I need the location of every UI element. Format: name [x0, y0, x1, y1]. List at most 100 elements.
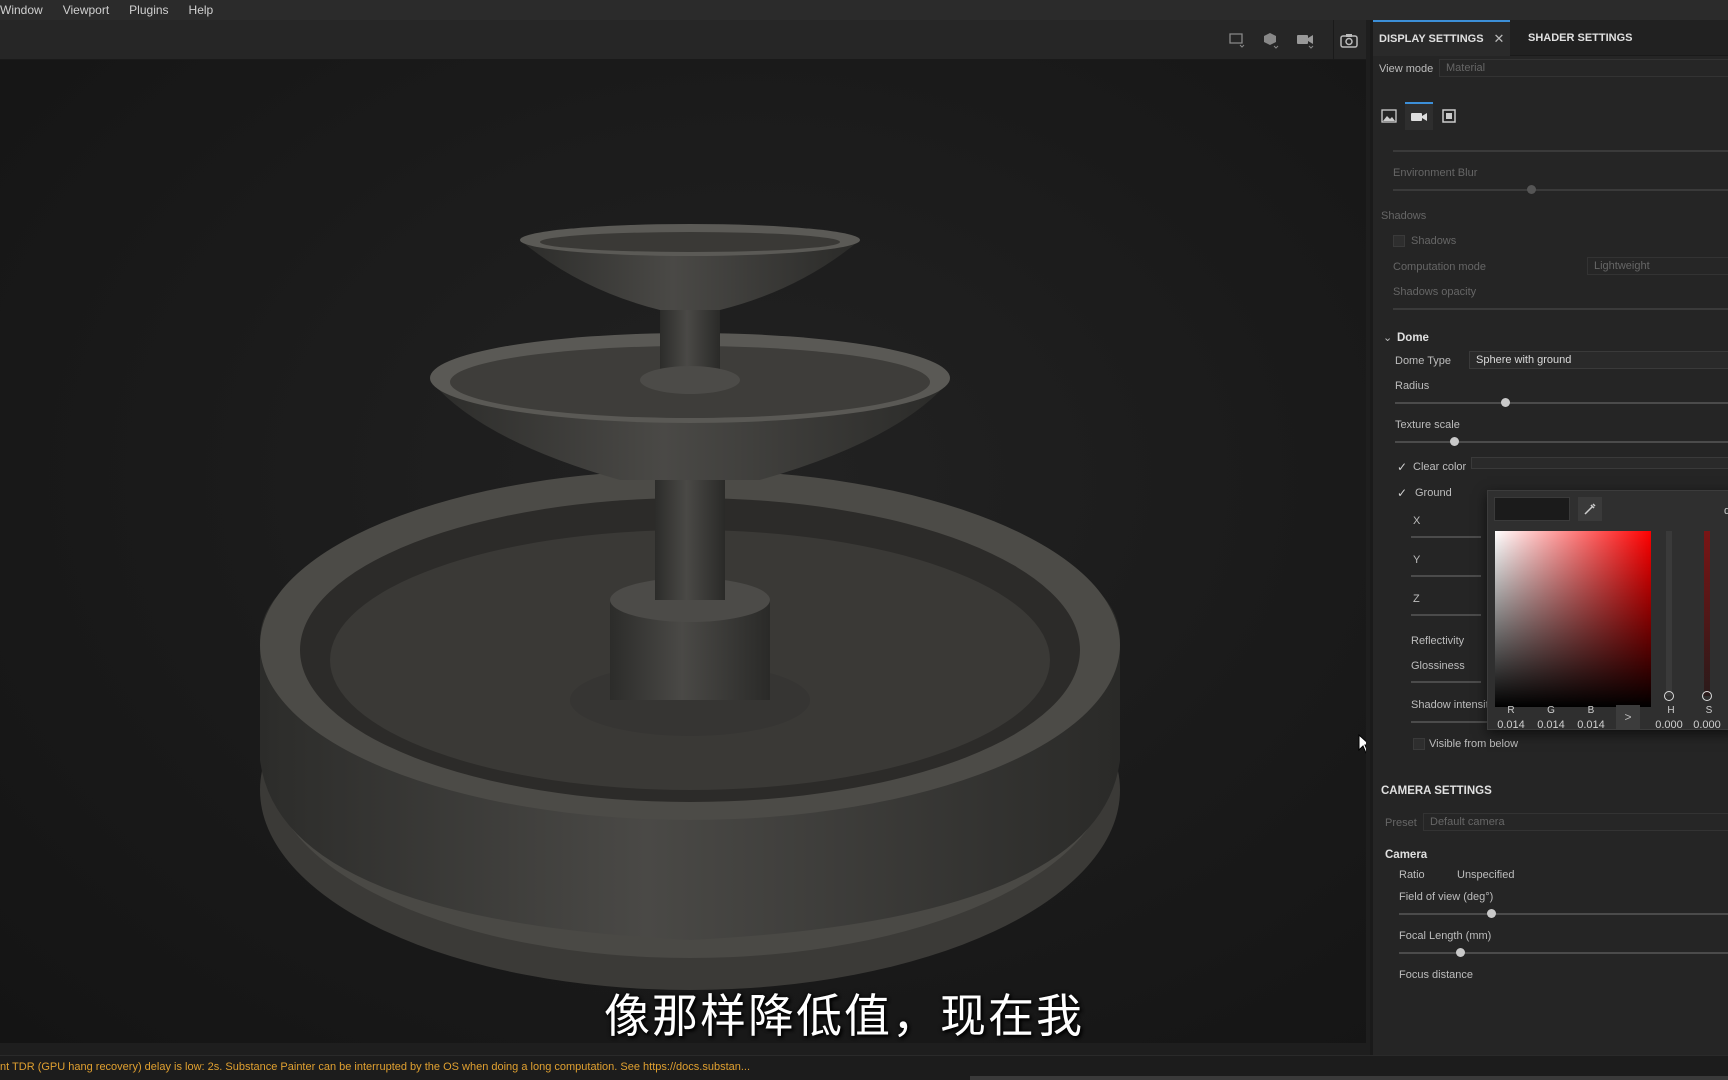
- radius-slider[interactable]: [1395, 398, 1728, 407]
- computation-mode-label: Computation mode: [1393, 261, 1486, 273]
- ground-label: Ground: [1415, 487, 1452, 499]
- clear-color-swatch[interactable]: [1471, 457, 1728, 469]
- display-settings-panel: DISPLAY SETTINGS ✕ SHADER SETTINGS View …: [1370, 20, 1728, 1055]
- ground-y-slider[interactable]: [1411, 575, 1481, 577]
- shadows-section-label: Shadows: [1381, 210, 1427, 222]
- s-value[interactable]: 0.000: [1687, 719, 1727, 731]
- radius-label: Radius: [1395, 380, 1430, 392]
- chevron-down-icon[interactable]: ⌄: [1383, 331, 1392, 344]
- r-label: R: [1507, 705, 1515, 716]
- picker-cut-tab: d: [1724, 505, 1728, 517]
- preset-label: Preset: [1385, 817, 1417, 829]
- shadows-opacity-slider[interactable]: [1393, 308, 1728, 310]
- shadows-checkbox-label: Shadows: [1411, 235, 1457, 247]
- top-divider-slider: [1393, 150, 1728, 152]
- b-label: B: [1587, 705, 1595, 716]
- camera-settings-icon[interactable]: [1405, 102, 1433, 130]
- close-tab-icon[interactable]: ✕: [1494, 31, 1505, 47]
- visible-from-below-label: Visible from below: [1429, 738, 1519, 750]
- h-label: H: [1667, 705, 1675, 716]
- tab-shader-label: SHADER SETTINGS: [1528, 32, 1633, 44]
- b-value[interactable]: 0.014: [1571, 719, 1611, 731]
- screenshot-icon[interactable]: [1338, 30, 1360, 50]
- dome-type-select[interactable]: Sphere with ground: [1469, 351, 1728, 369]
- menu-help[interactable]: Help: [189, 3, 214, 17]
- radius-knob[interactable]: [1501, 398, 1510, 407]
- tab-display-label: DISPLAY SETTINGS: [1379, 33, 1484, 45]
- dome-section-title[interactable]: Dome: [1397, 332, 1429, 344]
- fov-knob[interactable]: [1487, 909, 1496, 918]
- status-message: nt TDR (GPU hang recovery) delay is low:…: [0, 1061, 751, 1073]
- menu-plugins[interactable]: Plugins: [129, 3, 168, 17]
- preset-select[interactable]: Default camera: [1423, 813, 1728, 831]
- ground-y-label: Y: [1413, 554, 1421, 566]
- ground-check-icon[interactable]: ✓: [1397, 487, 1409, 499]
- panel-tabs: DISPLAY SETTINGS ✕ SHADER SETTINGS: [1373, 20, 1728, 56]
- g-label: G: [1547, 705, 1555, 716]
- hue-bar[interactable]: [1666, 531, 1672, 696]
- focal-length-label: Focal Length (mm): [1399, 930, 1492, 942]
- camera-group-title: Camera: [1385, 849, 1428, 861]
- h-value[interactable]: 0.000: [1649, 719, 1689, 731]
- fountain-model: [260, 224, 1120, 990]
- environment-blur-knob[interactable]: [1527, 185, 1536, 194]
- tab-display-settings[interactable]: DISPLAY SETTINGS ✕: [1373, 20, 1511, 56]
- fov-slider[interactable]: [1399, 909, 1728, 918]
- dome-type-label: Dome Type: [1395, 355, 1452, 367]
- r-value[interactable]: 0.014: [1491, 719, 1531, 731]
- menu-viewport[interactable]: Viewport: [63, 3, 109, 17]
- texture-scale-knob[interactable]: [1450, 437, 1459, 446]
- focal-length-slider[interactable]: [1399, 948, 1728, 957]
- ratio-value[interactable]: Unspecified: [1457, 869, 1514, 881]
- hue-handle[interactable]: [1664, 691, 1674, 701]
- ratio-label: Ratio: [1399, 869, 1425, 881]
- texture-scale-label: Texture scale: [1395, 419, 1460, 431]
- fov-label: Field of view (deg°): [1399, 891, 1494, 903]
- g-value[interactable]: 0.014: [1531, 719, 1571, 731]
- frame-capture-icon[interactable]: [1435, 102, 1463, 130]
- cube-icon[interactable]: [1260, 30, 1282, 50]
- ground-x-label: X: [1413, 515, 1421, 527]
- shadows-opacity-label: Shadows opacity: [1393, 286, 1477, 298]
- environment-blur-label: Environment Blur: [1393, 167, 1478, 179]
- ground-z-slider[interactable]: [1411, 614, 1481, 616]
- select-mode-icon[interactable]: [1226, 30, 1248, 50]
- menu-window[interactable]: Window: [0, 3, 43, 17]
- menu-bar: Window Viewport Plugins Help: [0, 0, 1728, 20]
- camera-video-icon[interactable]: [1294, 30, 1316, 50]
- toolbar-separator: [1333, 20, 1334, 60]
- 3d-viewport[interactable]: [0, 20, 1366, 1043]
- shadows-checkbox[interactable]: [1393, 235, 1405, 247]
- environment-image-icon[interactable]: [1375, 102, 1403, 130]
- saturation-handle[interactable]: [1702, 691, 1712, 701]
- computation-mode-select[interactable]: Lightweight: [1587, 257, 1728, 275]
- eyedropper-icon[interactable]: [1578, 497, 1602, 521]
- color-picker-popup: d R G B H S 0.014 0.014 0.014 > 0.000 0.…: [1487, 490, 1728, 731]
- color-swatch-preview: [1494, 497, 1570, 521]
- clear-color-check-icon[interactable]: ✓: [1397, 461, 1409, 473]
- focal-length-knob[interactable]: [1456, 948, 1465, 957]
- view-mode-select[interactable]: Material: [1439, 59, 1728, 77]
- picker-expand-button[interactable]: >: [1616, 705, 1640, 729]
- texture-scale-slider[interactable]: [1395, 437, 1728, 446]
- visible-from-below-checkbox[interactable]: [1413, 738, 1425, 750]
- mouse-cursor-icon: [1358, 733, 1366, 759]
- shadow-intensity-label: Shadow intensity: [1411, 699, 1495, 711]
- s-label: S: [1705, 705, 1713, 716]
- ground-x-slider[interactable]: [1411, 536, 1481, 538]
- glossiness-slider[interactable]: [1411, 681, 1481, 683]
- reflectivity-label: Reflectivity: [1411, 635, 1465, 647]
- tab-shader-settings[interactable]: SHADER SETTINGS: [1528, 20, 1633, 56]
- viewport-toolbar: [0, 20, 1366, 60]
- focus-distance-label: Focus distance: [1399, 969, 1473, 981]
- status-bar: nt TDR (GPU hang recovery) delay is low:…: [0, 1055, 1728, 1080]
- status-progress-track: [970, 1076, 1728, 1080]
- view-mode-label: View mode: [1379, 63, 1434, 75]
- clear-color-label: Clear color: [1413, 461, 1467, 473]
- glossiness-label: Glossiness: [1411, 660, 1465, 672]
- saturation-value-area[interactable]: [1495, 531, 1651, 707]
- camera-settings-title: CAMERA SETTINGS: [1381, 785, 1492, 797]
- saturation-bar[interactable]: [1704, 531, 1710, 696]
- ground-z-label: Z: [1413, 593, 1420, 605]
- environment-blur-slider[interactable]: [1393, 185, 1728, 194]
